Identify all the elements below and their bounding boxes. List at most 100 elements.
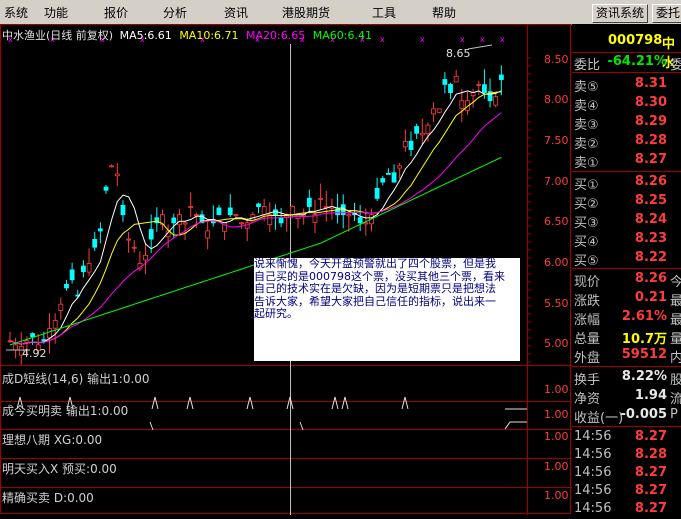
ask-price: 8.29	[634, 114, 667, 129]
trade-button[interactable]: 委托	[652, 4, 681, 23]
candle-body	[419, 132, 425, 136]
candle-body	[380, 178, 386, 183]
candle-body	[357, 217, 363, 224]
menu-analysis[interactable]: 分析	[163, 4, 187, 21]
candle-body	[126, 238, 132, 241]
candle-body	[408, 140, 414, 150]
candle-body	[346, 214, 352, 217]
y-tick: 7.00	[544, 175, 569, 188]
candle-body	[58, 303, 64, 311]
bid-label: 买③	[574, 216, 599, 231]
y-tick: 8.00	[544, 93, 569, 106]
stat-label: 收益(一)	[574, 411, 624, 426]
indicator-label-1: 成D短线(14,6) 输出1:0.00	[2, 372, 150, 386]
ask-label: 卖⑤	[574, 80, 599, 95]
menu-tools[interactable]: 工具	[372, 4, 396, 21]
candle-body	[193, 214, 199, 217]
menu-hk-futures[interactable]: 港股期货	[282, 4, 330, 21]
candle-body	[374, 187, 380, 199]
candle-body	[177, 214, 182, 226]
stat-tail: 股	[670, 373, 681, 388]
candle-body	[216, 207, 222, 216]
candle-body	[306, 197, 312, 207]
menu-news[interactable]: 资讯	[224, 4, 248, 21]
stat-label: 换手	[574, 373, 601, 388]
candle-body	[13, 344, 19, 351]
stat-label: 净资	[574, 392, 601, 407]
candle-body	[227, 207, 233, 216]
y-tick: 7.50	[544, 134, 569, 147]
bid-label: 买①	[574, 178, 599, 193]
candle-body	[436, 108, 442, 113]
quote-panel: 000798 中水 委比 -64.21% 委 卖⑤ 8.31 卖④ 8.30 卖③ 8…	[572, 24, 681, 516]
stat-tail: 今	[670, 275, 681, 290]
candle-body	[233, 214, 239, 217]
menu-help[interactable]: 帮助	[432, 4, 456, 21]
ma60-label: MA60:6.41	[312, 29, 372, 42]
indicator-spike	[246, 396, 254, 410]
candle-body	[103, 186, 109, 191]
candle-body	[205, 230, 211, 239]
candle-body	[114, 173, 120, 177]
indicator-line	[504, 421, 527, 430]
chart-header: 中水渔业(日线 前复权) MA5:6.61 MA10:6.71 MA20:6.6…	[2, 27, 372, 43]
candle-body	[24, 340, 30, 344]
chart-title: 中水渔业(日线 前复权)	[2, 29, 114, 42]
candle-body	[402, 141, 408, 148]
signal-marker: x	[480, 35, 485, 44]
menu-function[interactable]: 功能	[44, 4, 68, 21]
ask-price: 8.31	[634, 76, 667, 91]
indicator-spike	[331, 396, 339, 410]
candle-body	[482, 84, 487, 93]
bid-price: 8.24	[634, 212, 667, 227]
ask-price: 8.28	[634, 133, 667, 148]
candle-body	[498, 74, 504, 80]
weibi-label: 委比	[574, 58, 601, 73]
signal-marker: x	[380, 35, 385, 44]
high-price-label: 8.65	[446, 47, 471, 60]
candle-body	[52, 320, 58, 329]
candle-body	[397, 165, 403, 169]
ind-tick: 1.00	[544, 408, 569, 421]
stat-tail: 最	[670, 294, 681, 309]
ma20-label: MA20:6.65	[246, 29, 306, 42]
stat-tail: 内	[670, 351, 681, 366]
stat-label: 总量	[574, 332, 601, 347]
y-tick: 8.50	[544, 53, 569, 66]
candle-body	[261, 206, 267, 215]
high-arrow	[467, 44, 493, 50]
candle-body	[92, 239, 98, 248]
indicator-label-4: 明天买入X 预买:0.00	[2, 462, 117, 476]
candle-body	[448, 84, 453, 93]
change-pct: 2.61%	[621, 309, 667, 324]
y-tick: 5.50	[544, 297, 569, 310]
turnover-value: 8.22%	[621, 369, 667, 384]
stat-tail: 最	[670, 313, 681, 328]
stat-label: 涨跌	[574, 294, 601, 309]
indicator-label-5: 精确买卖 D:0.00	[2, 491, 94, 505]
menu-quote[interactable]: 报价	[104, 4, 128, 21]
bid-label: 买④	[574, 235, 599, 250]
weibi-value: -64.21%	[607, 54, 667, 69]
bid-price: 8.22	[634, 250, 667, 265]
info-system-button[interactable]: 资讯系统	[592, 4, 649, 23]
candle-body	[81, 265, 86, 273]
tick-time: 14:56	[574, 501, 612, 516]
candle-body	[97, 228, 103, 232]
tick-price: 8.27	[634, 483, 667, 498]
tick-price: 8.27	[634, 429, 667, 444]
ind-tick: 1.00	[544, 460, 569, 473]
menu-system[interactable]: 系统	[4, 4, 28, 21]
ask-label: 卖②	[574, 137, 599, 152]
indicator-label-3: 理想八期 XG:0.00	[2, 433, 103, 447]
signal-marker: x	[460, 35, 465, 44]
candle-body	[256, 203, 261, 207]
net-asset-value: 1.94	[634, 388, 667, 403]
candle-body	[391, 172, 397, 183]
candle-body	[442, 79, 448, 85]
candle-body	[289, 206, 295, 216]
ask-price: 8.30	[634, 95, 667, 110]
bid-price: 8.25	[634, 193, 667, 208]
menu-bar: 系统 功能 报价 分析 资讯 港股期货 工具 帮助 资讯系统 委托	[0, 0, 681, 25]
stat-tail: P	[670, 407, 678, 422]
